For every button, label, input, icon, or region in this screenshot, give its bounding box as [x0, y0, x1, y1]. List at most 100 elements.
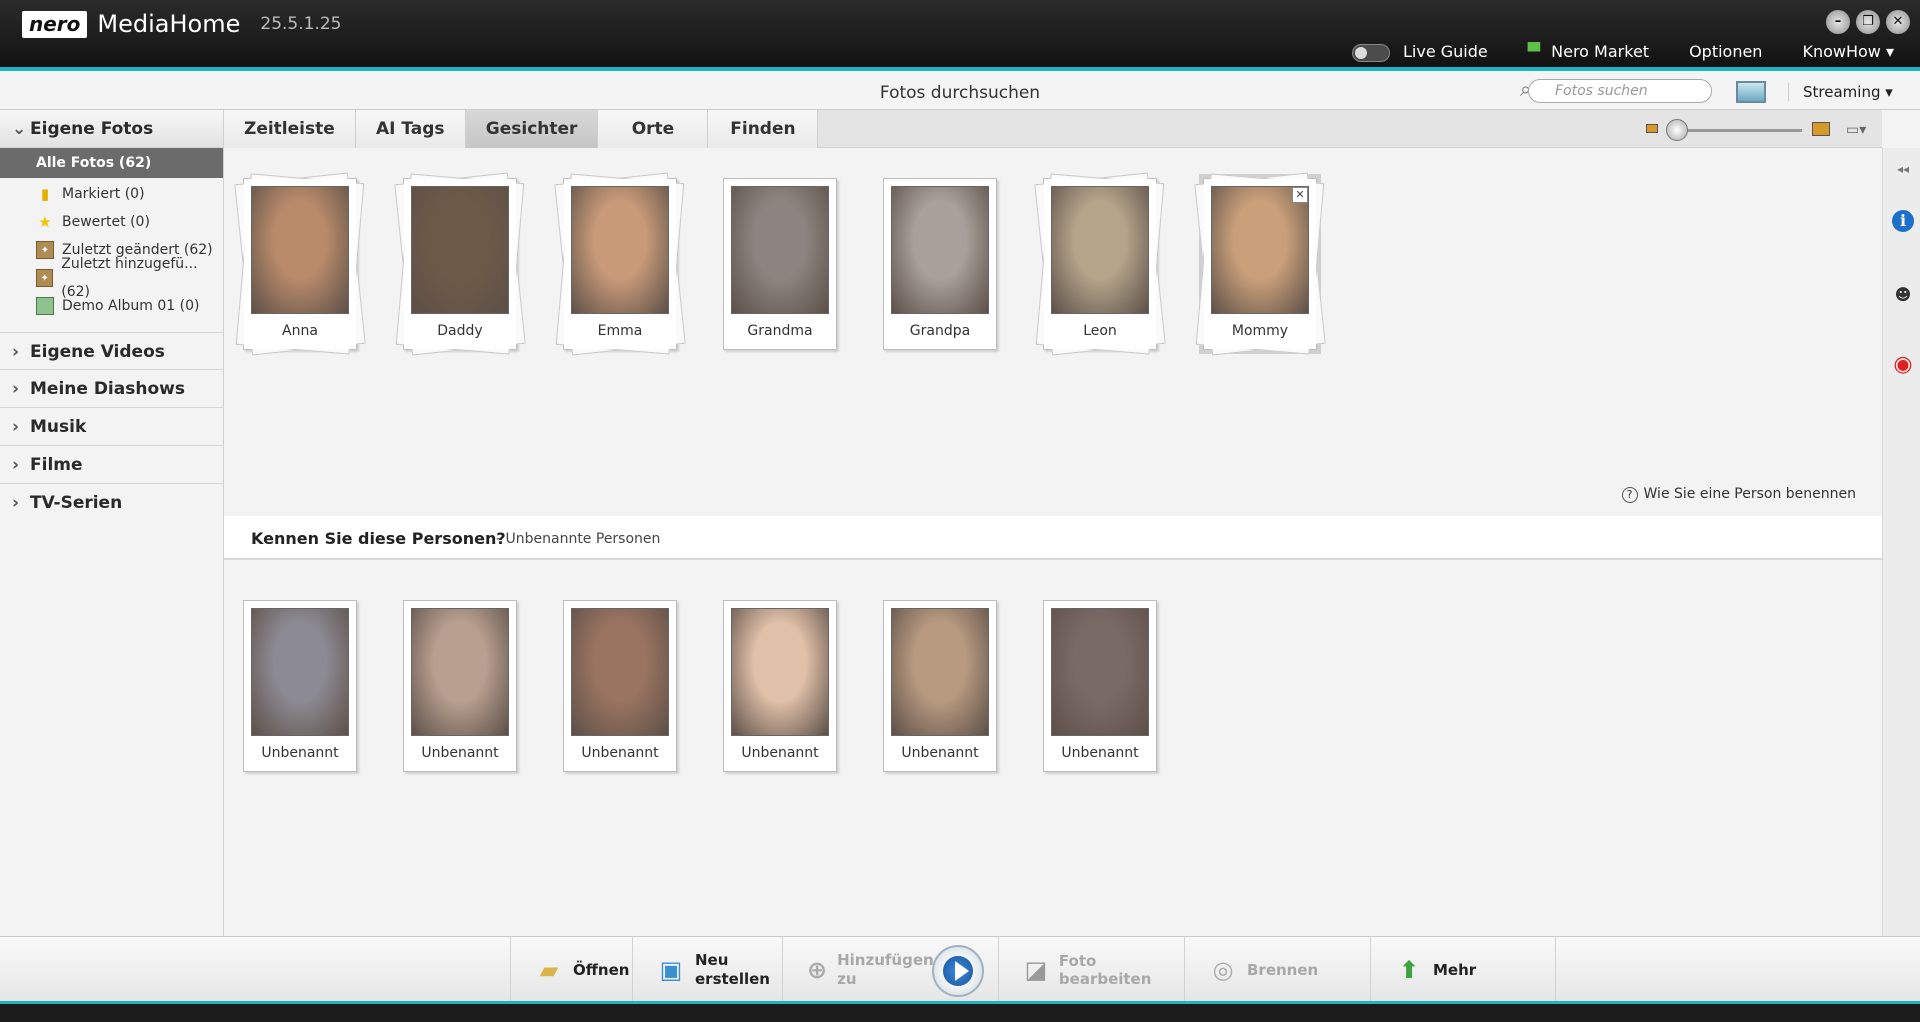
bottom-action-bar: ▰ Öffnen ▣ Neu erstellen ⊕ Hinzufügen zu ◪… [0, 936, 1920, 1002]
card-body: Unbenannt [244, 601, 356, 771]
close-button[interactable]: ✕ [1886, 10, 1910, 34]
streaming-menu[interactable]: Streaming ▾ [1788, 83, 1893, 101]
large-picture-icon [1812, 122, 1830, 136]
sidebar-section-label: Musik [30, 417, 87, 437]
sidebar-section-videos[interactable]: › Eigene Videos [0, 332, 223, 370]
person-tag-icon[interactable]: ☻ [1892, 284, 1914, 306]
sidebar-section-tv-series[interactable]: › TV-Serien [0, 484, 223, 522]
face-name: Unbenannt [1061, 745, 1139, 761]
tab-timeline[interactable]: Zeitleiste [224, 110, 356, 148]
card-body: Mommy [1204, 179, 1316, 349]
sidebar-section-movies[interactable]: › Filme [0, 446, 223, 484]
face-card-daddy[interactable]: Daddy [394, 172, 526, 356]
chevron-right-icon: › [12, 417, 20, 437]
add-icon: ⊕ [807, 955, 828, 984]
card-body: Anna [244, 179, 356, 349]
face-card-mommy[interactable]: Mommy ✕ [1194, 172, 1326, 356]
flag-icon: ▮ [40, 185, 50, 203]
face-photo [891, 186, 989, 314]
unknown-face-card[interactable]: Unbenannt [1043, 600, 1157, 772]
face-name: Emma [597, 323, 643, 339]
add-to-label: Hinzufügen zu [837, 951, 934, 989]
face-photo [891, 608, 989, 736]
monitor-icon[interactable] [1736, 81, 1766, 103]
window-controls: – ❐ ✕ [1826, 10, 1910, 34]
minimize-button[interactable]: – [1826, 10, 1850, 34]
edit-photo-icon: ◪ [1024, 955, 1048, 984]
tab-places[interactable]: Orte [598, 110, 709, 148]
unknown-face-card[interactable]: Unbenannt [883, 600, 997, 772]
face-card-grandpa[interactable]: Grandpa [883, 178, 997, 350]
open-button[interactable]: ▰ Öffnen [510, 937, 632, 1002]
zoom-slider-track[interactable] [1672, 129, 1802, 132]
face-card-emma[interactable]: Emma [554, 172, 686, 356]
tab-ai-tags[interactable]: AI Tags [355, 110, 466, 148]
sidebar-section-music[interactable]: › Musik [0, 408, 223, 446]
nero-market-link[interactable]: ▀ Nero Market [1528, 42, 1649, 61]
tab-find[interactable]: Finden [708, 110, 819, 148]
name-person-help-link[interactable]: ? Wie Sie eine Person benennen [1621, 486, 1856, 503]
unknown-face-card[interactable]: Unbenannt [723, 600, 837, 772]
unknown-face-card[interactable]: Unbenannt [563, 600, 677, 772]
sidebar-section-label: Eigene Videos [30, 342, 165, 362]
sidebar-item-recently-added[interactable]: ✦ Zuletzt hinzugefü... (62) [0, 256, 223, 300]
face-name: Unbenannt [421, 745, 499, 761]
collapse-panel-icon[interactable]: ◂◂ [1892, 158, 1914, 180]
face-card-leon[interactable]: Leon [1034, 172, 1166, 356]
info-icon[interactable]: i [1892, 210, 1914, 232]
more-button[interactable]: ⬆ Mehr [1370, 937, 1556, 1002]
search-input[interactable]: Fotos suchen [1528, 79, 1712, 103]
star-icon: ★ [38, 213, 52, 231]
zoom-slider-handle[interactable] [1666, 119, 1688, 141]
live-guide-toggle[interactable]: Live Guide [1351, 42, 1488, 62]
restore-button[interactable]: ❐ [1856, 10, 1880, 34]
sidebar-item-demo-album[interactable]: Demo Album 01 (0) [0, 292, 223, 320]
footer-strip [0, 1001, 1920, 1022]
app-name: MediaHome [97, 10, 241, 38]
add-to-button[interactable]: ⊕ Hinzufügen zu [782, 937, 934, 1002]
edit-photo-button[interactable]: ◪ Foto bearbeiten [998, 937, 1184, 1002]
add-to-line1: Hinzufügen [837, 950, 934, 969]
tab-faces[interactable]: Gesichter [465, 110, 599, 148]
unknown-people-header: Kennen Sie diese Personen? - Unbenannte … [224, 516, 1882, 560]
sidebar-section-label: Filme [30, 455, 83, 475]
view-mode-icon[interactable]: ▭▾ [1846, 122, 1866, 138]
nero-market-label: Nero Market [1551, 42, 1650, 62]
unknown-face-card[interactable]: Unbenannt [403, 600, 517, 772]
chevron-down-icon: ▾ [1885, 42, 1894, 62]
sidebar-section-label: Eigene Fotos [30, 119, 154, 139]
streaming-label: Streaming [1803, 83, 1881, 101]
open-label: Öffnen [573, 960, 630, 979]
unknown-face-card[interactable]: Unbenannt [243, 600, 357, 772]
sidebar-item-label: Demo Album 01 (0) [62, 298, 200, 314]
live-guide-label: Live Guide [1402, 42, 1488, 61]
chevron-right-icon: › [12, 455, 20, 475]
face-photo [1051, 608, 1149, 736]
face-photo [251, 186, 349, 314]
knowhow-menu[interactable]: KnowHow ▾ [1802, 42, 1894, 61]
sidebar-item-rated[interactable]: ★ Bewertet (0) [0, 208, 223, 236]
card-body: Daddy [404, 179, 516, 349]
card-body: Grandpa [884, 179, 996, 349]
options-menu[interactable]: Optionen [1689, 42, 1762, 61]
sidebar-section-slideshows[interactable]: › Meine Diashows [0, 370, 223, 408]
face-name: Unbenannt [581, 745, 659, 761]
create-new-button[interactable]: ▣ Neu erstellen [632, 937, 782, 1002]
basket-icon: ▀ [1527, 42, 1541, 62]
sidebar-item-label: Bewertet (0) [62, 214, 150, 230]
burn-button[interactable]: ◎ Brennen [1184, 937, 1370, 1002]
demo-album-icon [36, 297, 54, 315]
more-label: Mehr [1433, 960, 1477, 979]
sidebar-item-all-photos[interactable]: Alle Fotos (62) [0, 148, 223, 178]
sidebar-item-marked[interactable]: ▮ Markiert (0) [0, 180, 223, 208]
unknown-people-subheading: - Unbenannte Personen [496, 531, 661, 547]
face-photo [571, 608, 669, 736]
face-card-anna[interactable]: Anna [234, 172, 366, 356]
card-body: Emma [564, 179, 676, 349]
location-pin-icon[interactable]: ◉ [1892, 354, 1914, 376]
sidebar-section-photos[interactable]: ⌄ Eigene Fotos [0, 110, 223, 148]
face-card-grandma[interactable]: Grandma [723, 178, 837, 350]
top-menu: Live Guide ▀ Nero Market Optionen KnowHo… [1351, 42, 1894, 62]
small-picture-icon [1646, 124, 1658, 133]
close-icon[interactable]: ✕ [1292, 187, 1308, 203]
